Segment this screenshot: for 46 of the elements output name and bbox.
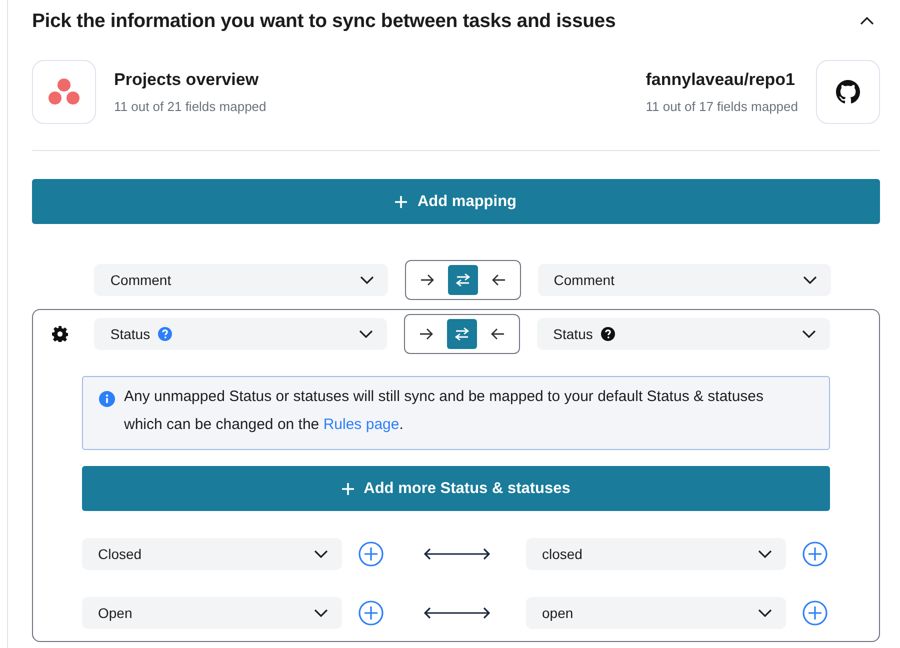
plus-icon bbox=[395, 196, 408, 208]
fields-mapped-count: 11 out of 17 fields mapped bbox=[646, 99, 798, 114]
add-circle-icon[interactable] bbox=[802, 541, 828, 567]
arrow-right-icon bbox=[419, 327, 434, 341]
dropdown[interactable]: Comment bbox=[538, 264, 831, 296]
help-icon bbox=[158, 327, 172, 341]
chevron-down-icon bbox=[802, 330, 816, 338]
arrow-left-icon bbox=[491, 327, 506, 341]
chevron-down-icon bbox=[359, 330, 374, 338]
settings-icon bbox=[52, 326, 68, 342]
cat-logo-icon bbox=[836, 80, 860, 104]
chevron-up-icon bbox=[860, 17, 874, 25]
three-dots-logo-icon bbox=[48, 78, 80, 106]
swap-arrows-icon bbox=[456, 273, 470, 287]
chevron-down-icon bbox=[314, 550, 328, 558]
chevron-down-icon bbox=[803, 276, 817, 284]
add-more-button[interactable]: Add more Status & statuses bbox=[82, 466, 830, 511]
swap-arrows-icon bbox=[455, 327, 470, 341]
dropdown[interactable]: open bbox=[526, 597, 786, 629]
settings-button[interactable] bbox=[52, 326, 68, 342]
dropdown[interactable]: Status bbox=[537, 318, 830, 350]
dropdown[interactable]: Closed bbox=[82, 538, 342, 570]
double-arrow-icon bbox=[424, 607, 490, 619]
chevron-down-icon bbox=[758, 609, 772, 617]
fields-mapped-count: 11 out of 21 fields mapped bbox=[114, 99, 266, 114]
chevron-down-icon bbox=[314, 609, 328, 617]
project-name: Projects overview bbox=[114, 70, 260, 90]
repository-name: fannylaveau/repo1 bbox=[646, 70, 796, 90]
dropdown[interactable]: Open bbox=[82, 597, 342, 629]
dropdown[interactable]: Status bbox=[94, 318, 388, 350]
add-circle-icon[interactable] bbox=[358, 600, 384, 626]
add-mapping-button[interactable]: Add mapping bbox=[32, 179, 880, 224]
help-icon bbox=[600, 327, 615, 341]
arrow-right-icon bbox=[420, 273, 434, 287]
dropdown[interactable]: closed bbox=[526, 538, 786, 570]
arrow-left-icon bbox=[492, 273, 506, 287]
add-circle-icon[interactable] bbox=[802, 600, 828, 626]
section-title: Pick the information you want to sync between tasks and issues bbox=[32, 10, 616, 32]
chevron-down-icon bbox=[758, 550, 772, 558]
dropdown[interactable]: Comment bbox=[94, 264, 388, 296]
info-message: Any unmapped Status or statuses will still sync and be mapped to your default Status & statuses which can be changed on the Rules page. bbox=[124, 387, 765, 435]
double-arrow-icon bbox=[424, 548, 490, 560]
add-circle-icon[interactable] bbox=[358, 541, 384, 567]
plus-icon bbox=[342, 482, 354, 494]
info-icon bbox=[99, 391, 115, 407]
chevron-down-icon bbox=[360, 276, 374, 284]
